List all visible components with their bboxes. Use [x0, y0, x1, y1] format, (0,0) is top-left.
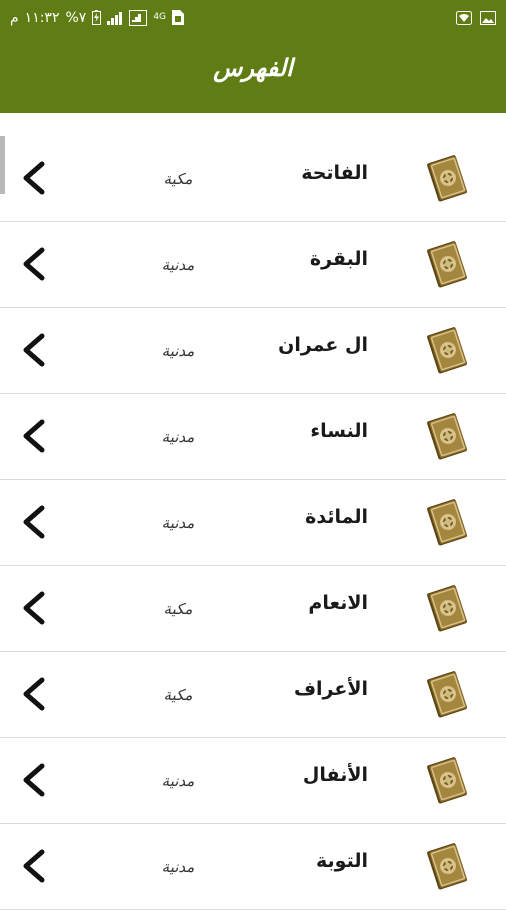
- surah-row[interactable]: مدنية الأنفال: [0, 738, 506, 824]
- battery-icon: [92, 10, 102, 25]
- surah-list: مكية الفاتحة مدنية البقرة مدنية ال عمران…: [0, 136, 506, 910]
- chevron-left-icon: [18, 418, 48, 454]
- quran-book-icon: [424, 668, 472, 720]
- surah-type: مدنية: [161, 256, 195, 274]
- quran-book-icon: [424, 324, 472, 376]
- app-bar: الفهرس: [0, 35, 506, 113]
- chevron-left-icon: [18, 762, 48, 798]
- time-period: م: [10, 9, 19, 26]
- chevron-left-icon: [18, 676, 48, 712]
- surah-row[interactable]: مدنية التوبة: [0, 824, 506, 910]
- surah-name: الانعام: [308, 592, 368, 614]
- quran-book-icon: [424, 582, 472, 634]
- surah-name: البقرة: [309, 248, 368, 270]
- chevron-left-icon: [18, 332, 48, 368]
- surah-name: النساء: [310, 420, 368, 442]
- surah-type: مكية: [163, 600, 193, 618]
- status-left: م ١١:٣٢ %٧ 4G: [10, 9, 185, 26]
- surah-row[interactable]: مدنية المائدة: [0, 480, 506, 566]
- chevron-left-icon: [18, 848, 48, 884]
- surah-row[interactable]: مدنية النساء: [0, 394, 506, 480]
- surah-type: مدنية: [161, 772, 195, 790]
- page-title: الفهرس: [213, 52, 293, 82]
- network-type: 4G: [153, 12, 167, 22]
- status-bar: م ١١:٣٢ %٧ 4G: [0, 0, 506, 35]
- status-right: [456, 10, 496, 25]
- surah-type: مكية: [163, 170, 193, 188]
- surah-name: المائدة: [305, 506, 368, 528]
- surah-type: مكية: [163, 686, 193, 704]
- surah-type: مدنية: [161, 514, 195, 532]
- quran-book-icon: [424, 840, 472, 892]
- surah-type: مدنية: [161, 858, 195, 876]
- surah-type: مدنية: [161, 428, 195, 446]
- chevron-left-icon: [18, 160, 48, 196]
- image-icon: [480, 10, 496, 25]
- surah-row[interactable]: مكية الأعراف: [0, 652, 506, 738]
- surah-type: مدنية: [161, 342, 195, 360]
- clock: ١١:٣٢: [24, 9, 60, 26]
- wifi-icon: [456, 10, 472, 25]
- surah-row[interactable]: مدنية البقرة: [0, 222, 506, 308]
- chevron-left-icon: [18, 504, 48, 540]
- surah-name: الأنفال: [302, 764, 368, 786]
- surah-row[interactable]: مدنية ال عمران: [0, 308, 506, 394]
- surah-name: ال عمران: [278, 334, 368, 356]
- surah-name: التوبة: [316, 850, 368, 872]
- battery-percent: %٧: [65, 9, 87, 26]
- surah-row[interactable]: مكية الانعام: [0, 566, 506, 652]
- sim-icon: [172, 10, 185, 25]
- quran-book-icon: [424, 152, 472, 204]
- quran-book-icon: [424, 754, 472, 806]
- quran-book-icon: [424, 496, 472, 548]
- chevron-left-icon: [18, 590, 48, 626]
- surah-name: الفاتحة: [301, 162, 368, 184]
- chevron-left-icon: [18, 246, 48, 282]
- surah-name: الأعراف: [293, 678, 368, 700]
- signal-box-icon: [129, 9, 148, 26]
- quran-book-icon: [424, 410, 472, 462]
- surah-row[interactable]: مكية الفاتحة: [0, 136, 506, 222]
- quran-book-icon: [424, 238, 472, 290]
- signal-icon: [107, 11, 123, 25]
